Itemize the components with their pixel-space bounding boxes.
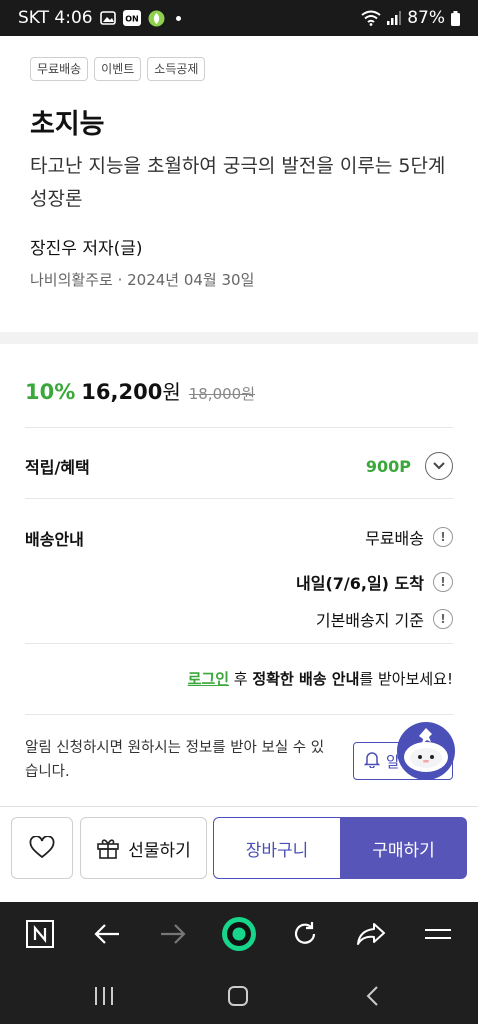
status-bar: SKT 4:06 ON 87% <box>0 0 478 36</box>
section-divider <box>0 332 478 344</box>
gift-button-label: 선물하기 <box>128 840 191 861</box>
bell-icon <box>363 751 381 772</box>
recent-apps-icon[interactable] <box>90 982 118 1010</box>
signal-icon <box>387 11 402 25</box>
divider <box>25 714 453 715</box>
info-icon[interactable]: ! <box>433 527 453 547</box>
buy-button[interactable]: 구매하기 <box>340 817 467 879</box>
green-dot-icon[interactable] <box>221 916 257 952</box>
chatbot-button[interactable] <box>397 722 455 780</box>
divider <box>25 498 453 499</box>
info-icon[interactable]: ! <box>433 609 453 629</box>
refresh-icon[interactable] <box>287 916 323 952</box>
tag-event: 이벤트 <box>94 57 142 81</box>
sale-price: 16,200 <box>81 380 163 404</box>
login-note-after: 후 <box>229 670 253 688</box>
product-subtitle: 타고난 지능을 초월하여 궁극의 발전을 이루는 5단계 성장론 <box>30 155 446 210</box>
battery-icon <box>451 10 460 26</box>
login-note-bold: 정확한 배송 안내 <box>252 670 360 688</box>
won-unit: 원 <box>162 380 181 404</box>
login-note: 로그인 후 정확한 배송 안내를 받아보세요! <box>188 668 453 689</box>
arrival-text: 내일(7/6,일) 도착 <box>296 574 424 593</box>
image-icon <box>99 11 116 25</box>
gift-button[interactable]: 선물하기 <box>80 817 207 879</box>
back-arrow-icon[interactable] <box>89 916 125 952</box>
app-icon <box>148 10 165 27</box>
tag-list: 무료배송 이벤트 소득공제 <box>30 57 206 81</box>
notify-description: 알림 신청하시면 원하시는 정보를 받아 보실 수 있습니다. <box>25 740 325 780</box>
heart-icon <box>29 836 55 859</box>
divider <box>25 427 453 428</box>
product-page: 무료배송 이벤트 소득공제 초지능 타고난 지능을 초월하여 궁극의 발전을 이… <box>0 36 478 902</box>
back-icon[interactable] <box>358 982 386 1010</box>
product-title: 초지능 <box>30 109 105 140</box>
share-icon[interactable] <box>353 916 389 952</box>
wifi-icon <box>361 10 381 26</box>
original-price: 18,000원 <box>188 385 256 403</box>
login-link[interactable]: 로그인 <box>188 670 229 688</box>
benefit-row[interactable]: 적립/혜택 900P <box>25 450 453 482</box>
shipping-arrival: 내일(7/6,일) 도착 ! <box>296 570 453 594</box>
info-icon[interactable]: ! <box>433 572 453 592</box>
benefit-points: 900P <box>365 456 411 476</box>
on-badge-icon: ON <box>122 10 141 26</box>
cart-button[interactable]: 장바구니 <box>213 817 341 879</box>
benefit-label: 적립/혜택 <box>25 458 90 477</box>
tag-tax-deduction: 소득공제 <box>147 57 206 81</box>
shipping-free: 무료배송 ! <box>365 525 453 549</box>
publisher-date: 나비의활주로 · 2024년 04월 30일 <box>30 271 255 289</box>
product-header: 무료배송 이벤트 소득공제 초지능 타고난 지능을 초월하여 궁극의 발전을 이… <box>0 36 478 332</box>
chevron-down-icon[interactable] <box>425 452 453 480</box>
home-icon[interactable] <box>224 982 252 1010</box>
gift-icon <box>97 839 120 859</box>
shipping-basis: 기본배송지 기준 ! <box>316 607 453 631</box>
battery-percent: 87% <box>407 8 445 28</box>
naver-home-icon[interactable] <box>22 916 58 952</box>
shipping-label: 배송안내 <box>25 530 84 549</box>
system-navigation <box>0 966 478 1024</box>
browser-toolbar <box>0 902 478 966</box>
discount-rate: 10% <box>25 380 76 404</box>
menu-icon[interactable] <box>420 916 456 952</box>
price-row: 10% 16,200원 18,000원 <box>25 376 255 405</box>
svg-text:ON: ON <box>125 15 139 24</box>
forward-arrow-icon[interactable] <box>155 916 191 952</box>
shipping-free-text: 무료배송 <box>365 529 424 548</box>
carrier-time: SKT 4:06 <box>18 8 93 28</box>
login-note-tail: 를 받아보세요! <box>359 670 453 688</box>
divider <box>25 643 453 644</box>
shipping-basis-text: 기본배송지 기준 <box>315 611 424 630</box>
purchase-action-bar: 선물하기 장바구니 구매하기 <box>0 806 478 902</box>
tag-free-shipping: 무료배송 <box>30 57 89 81</box>
notification-dot <box>175 15 181 21</box>
product-author[interactable]: 장진우 저자(글) <box>30 234 143 259</box>
chatbot-icon <box>404 728 448 772</box>
wishlist-button[interactable] <box>11 817 73 879</box>
